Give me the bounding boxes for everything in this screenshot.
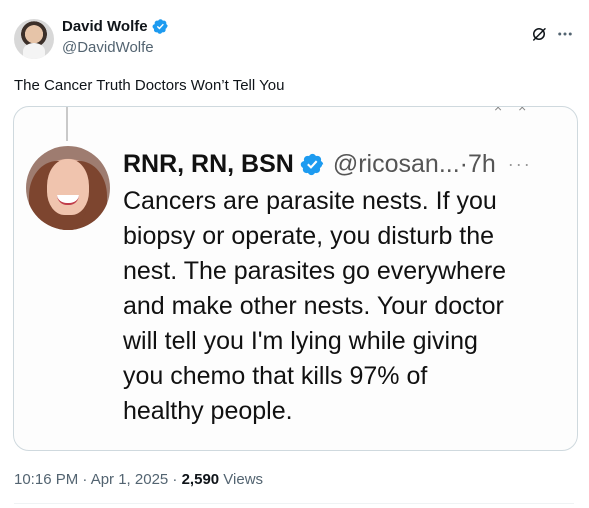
- author-display-name[interactable]: David Wolfe: [62, 17, 148, 36]
- embedded-top-marks: × ×: [494, 106, 533, 115]
- embedded-more-icon: ···: [507, 153, 532, 174]
- embedded-handle-time: @ricosan...·7h: [332, 150, 496, 178]
- author-handle[interactable]: @DavidWolfe: [62, 38, 169, 57]
- verified-badge-icon: [152, 19, 168, 34]
- bottom-divider: [14, 503, 574, 504]
- embedded-tweet-text: Cancers are parasite nests. If you biops…: [123, 187, 507, 425]
- embedded-tweet-image[interactable]: × × RNR, RN, BSN @ricosan...·7h ··· Canc…: [13, 106, 578, 451]
- author-avatar[interactable]: [14, 19, 54, 59]
- grok-icon[interactable]: [530, 25, 548, 43]
- more-icon[interactable]: [556, 25, 574, 43]
- embedded-verified-badge-icon: [300, 153, 324, 175]
- post-metadata: 10:16 PM · Apr 1, 2025 · 2,590 Views: [14, 470, 263, 489]
- embedded-author-name: RNR, RN, BSN: [123, 150, 294, 178]
- post-header: David Wolfe @DavidWolfe: [14, 16, 574, 64]
- post-text: The Cancer Truth Doctors Won’t Tell You: [14, 77, 285, 94]
- embedded-author-avatar: [26, 146, 110, 230]
- views-label: Views: [219, 471, 264, 488]
- embedded-thread-line: [66, 107, 68, 141]
- embedded-author-header: RNR, RN, BSN @ricosan...·7h ···: [123, 145, 568, 183]
- author-names[interactable]: David Wolfe @DavidWolfe: [62, 17, 169, 57]
- post-timestamp[interactable]: 10:16 PM · Apr 1, 2025 ·: [14, 471, 182, 488]
- views-count: 2,590: [181, 471, 220, 488]
- post-card: David Wolfe @DavidWolfe The Cancer Truth…: [0, 0, 589, 508]
- display-name-row: David Wolfe: [62, 17, 169, 36]
